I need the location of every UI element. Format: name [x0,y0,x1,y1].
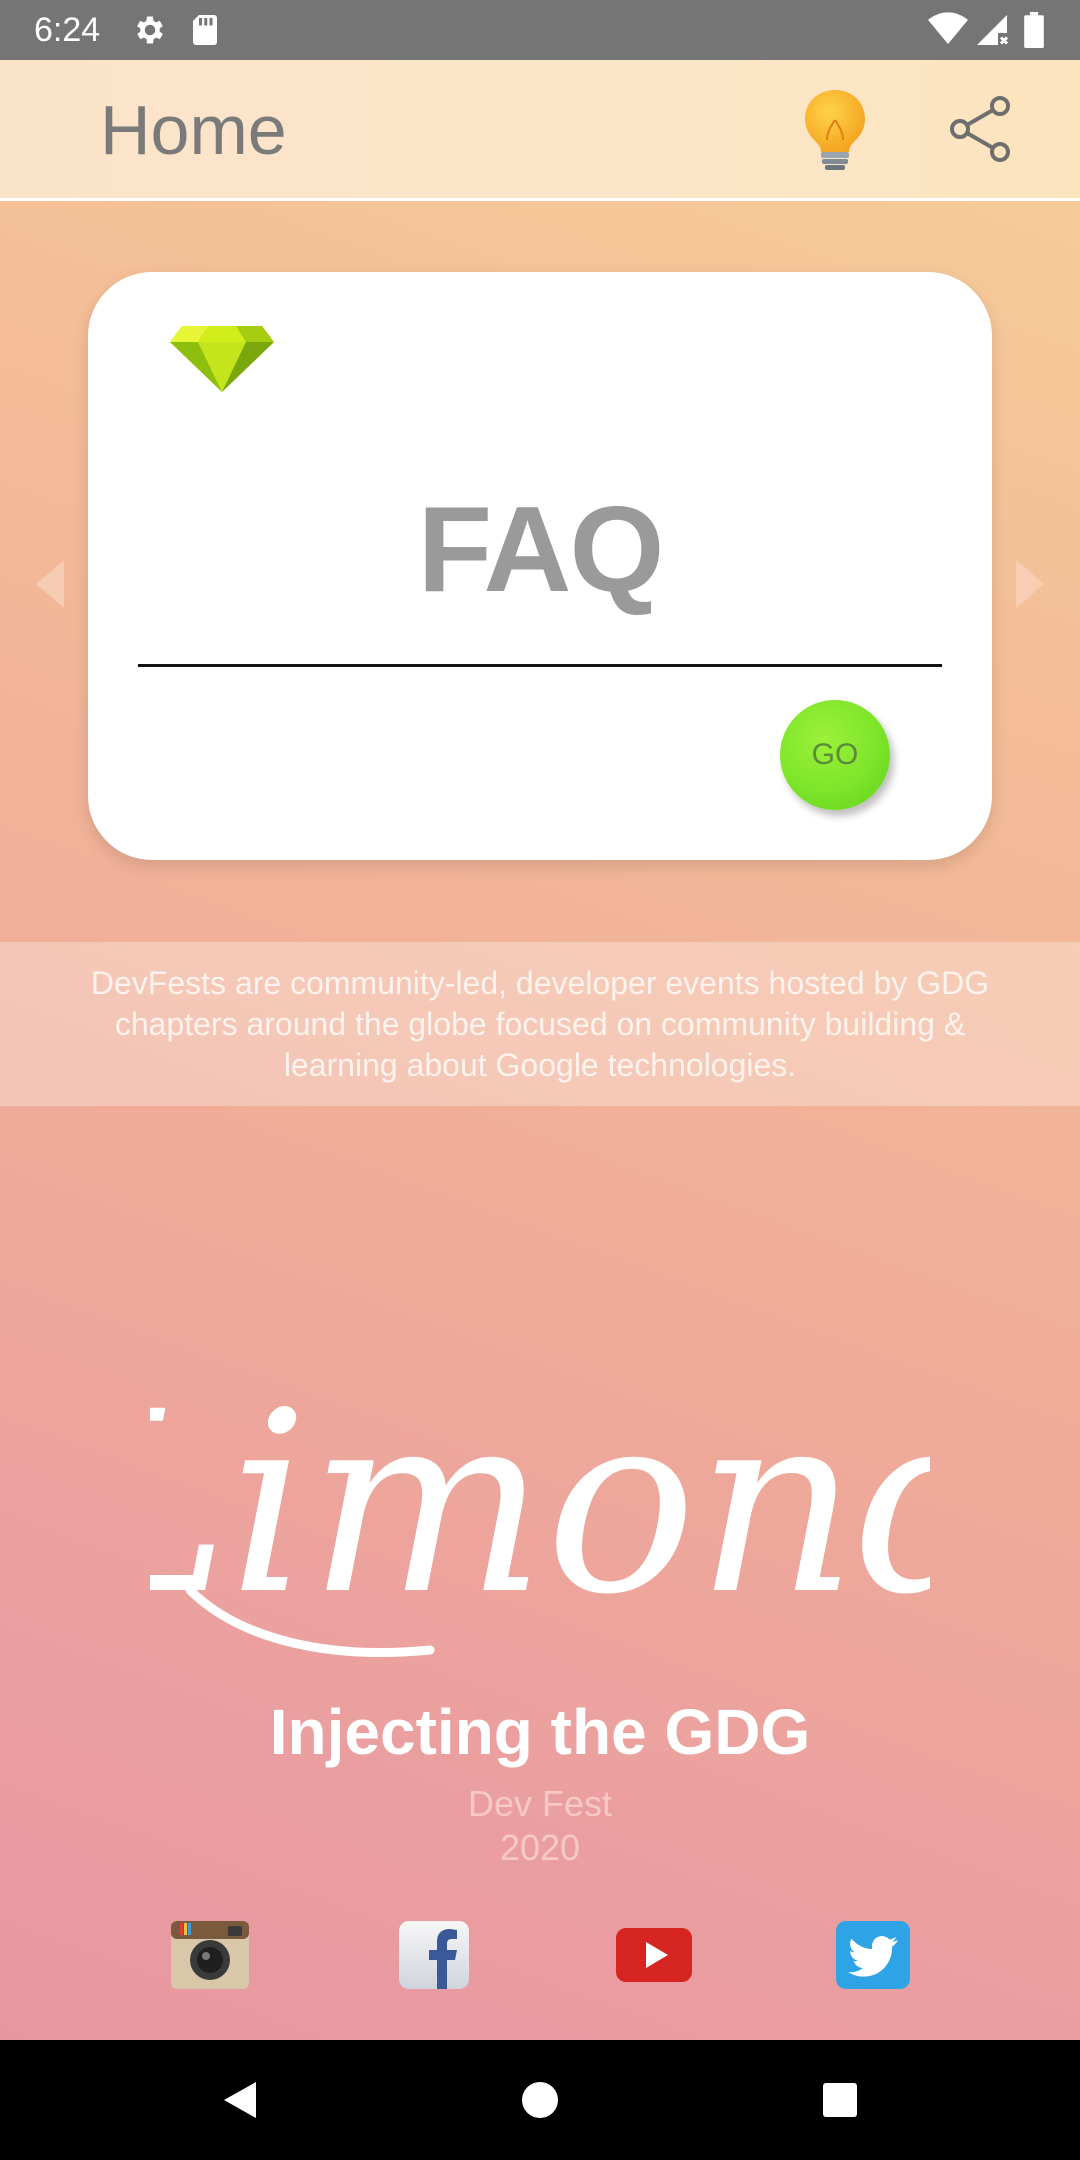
faq-card[interactable]: FAQ GO [88,272,992,860]
back-icon[interactable] [220,2080,260,2120]
sd-card-icon [193,15,217,45]
home-icon[interactable] [520,2080,560,2120]
info-text: DevFests are community-led, developer ev… [90,964,990,1083]
share-icon[interactable] [948,96,1012,162]
twitter-icon[interactable] [834,1920,914,1990]
recent-apps-icon[interactable] [820,2080,860,2120]
logo-text: Limond [150,1358,930,1649]
instagram-icon[interactable] [170,1920,250,1990]
limond-logo: Limond [150,1358,930,1657]
facebook-icon[interactable] [395,1920,475,1990]
navigation-bar [0,2040,1080,2160]
signal-icon [977,15,1009,45]
event-year: 2020 [499,1827,581,1868]
wifi-icon [928,12,968,45]
battery-icon [1024,12,1044,48]
info-banner: DevFests are community-led, developer ev… [0,942,1080,1106]
status-bar: 6:24 [0,0,1080,60]
screen: 6:24 Home FAQ GO DevFests are community-… [0,0,1080,2160]
page-title: Home [100,91,287,169]
tagline: Injecting the GDG [269,1696,811,1768]
previous-arrow-icon[interactable] [34,558,66,610]
diamond-icon [170,326,274,392]
go-button[interactable]: GO [780,700,890,810]
event-name: Dev Fest [467,1783,613,1824]
lightbulb-icon[interactable] [800,88,870,172]
card-title: FAQ [417,481,665,617]
status-time: 6:24 [34,11,101,49]
gear-icon [137,16,163,44]
next-arrow-icon[interactable] [1014,558,1046,610]
app-bar: Home [0,60,1080,201]
divider [138,664,942,667]
youtube-icon[interactable] [614,1920,694,1990]
